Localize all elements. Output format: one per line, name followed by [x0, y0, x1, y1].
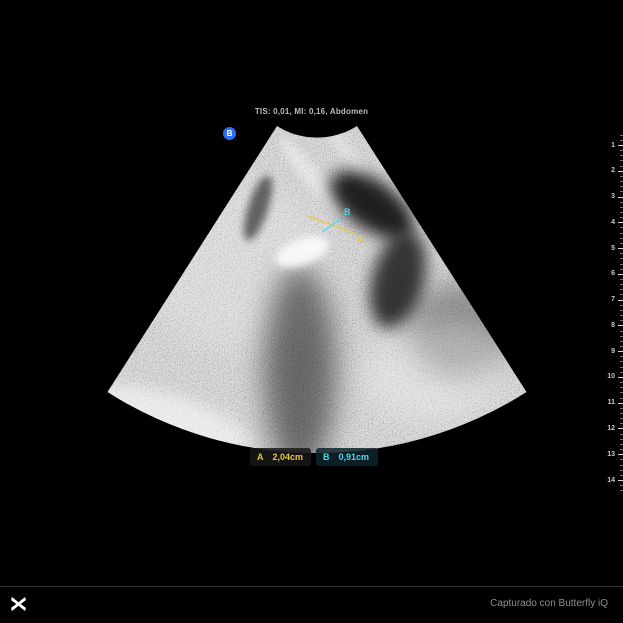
measurement-a-pill[interactable]: A 2,04cm — [250, 448, 311, 466]
footer-caption: Capturado con Butterfly iQ — [490, 598, 608, 609]
depth-ruler-tick — [618, 197, 623, 198]
depth-ruler-tick — [618, 171, 623, 172]
depth-ruler-label: 2 — [611, 167, 615, 174]
depth-ruler-tick — [618, 428, 623, 429]
depth-ruler-tick — [618, 403, 623, 404]
depth-ruler-label: 1 — [611, 142, 615, 149]
ultrasound-image: B A — [0, 0, 623, 623]
depth-ruler-label: 14 — [607, 477, 615, 484]
depth-ruler-tick — [618, 480, 623, 481]
depth-ruler: 1234567891011121314 — [595, 128, 623, 498]
depth-ruler-label: 4 — [611, 219, 615, 226]
measurement-b-pill[interactable]: B 0,91cm — [316, 448, 378, 466]
depth-ruler-label: 7 — [611, 296, 615, 303]
depth-ruler-tick — [618, 454, 623, 455]
caliper-a-label[interactable]: A — [357, 234, 364, 244]
caliper-b-label[interactable]: B — [344, 207, 351, 217]
depth-ruler-tick — [618, 222, 623, 223]
footer-bar: Capturado con Butterfly iQ — [0, 586, 623, 623]
depth-ruler-tick — [618, 145, 623, 146]
depth-ruler-tick — [618, 274, 623, 275]
butterfly-logo-icon — [10, 596, 27, 612]
measurement-b-label: B — [323, 453, 330, 462]
depth-ruler-tick — [618, 351, 623, 352]
depth-ruler-label: 11 — [608, 399, 615, 406]
depth-ruler-tick — [618, 325, 623, 326]
app-window: TIS: 0,01, MI: 0,16, Abdomen B — [0, 0, 623, 623]
depth-ruler-label: 12 — [607, 425, 615, 432]
fan-texture — [79, 110, 550, 480]
depth-ruler-label: 8 — [611, 322, 615, 329]
measurement-a-label: A — [257, 453, 264, 462]
depth-ruler-label: 5 — [611, 245, 615, 252]
depth-ruler-label: 3 — [611, 193, 615, 200]
depth-ruler-label: 13 — [607, 451, 615, 458]
depth-ruler-label: 6 — [611, 270, 615, 277]
depth-ruler-tick — [618, 377, 623, 378]
measurement-b-value: 0,91cm — [339, 453, 370, 462]
depth-ruler-tick — [618, 248, 623, 249]
measurement-a-value: 2,04cm — [273, 453, 304, 462]
depth-ruler-tick — [618, 300, 623, 301]
depth-ruler-label: 10 — [607, 373, 615, 380]
depth-ruler-label: 9 — [611, 348, 615, 355]
